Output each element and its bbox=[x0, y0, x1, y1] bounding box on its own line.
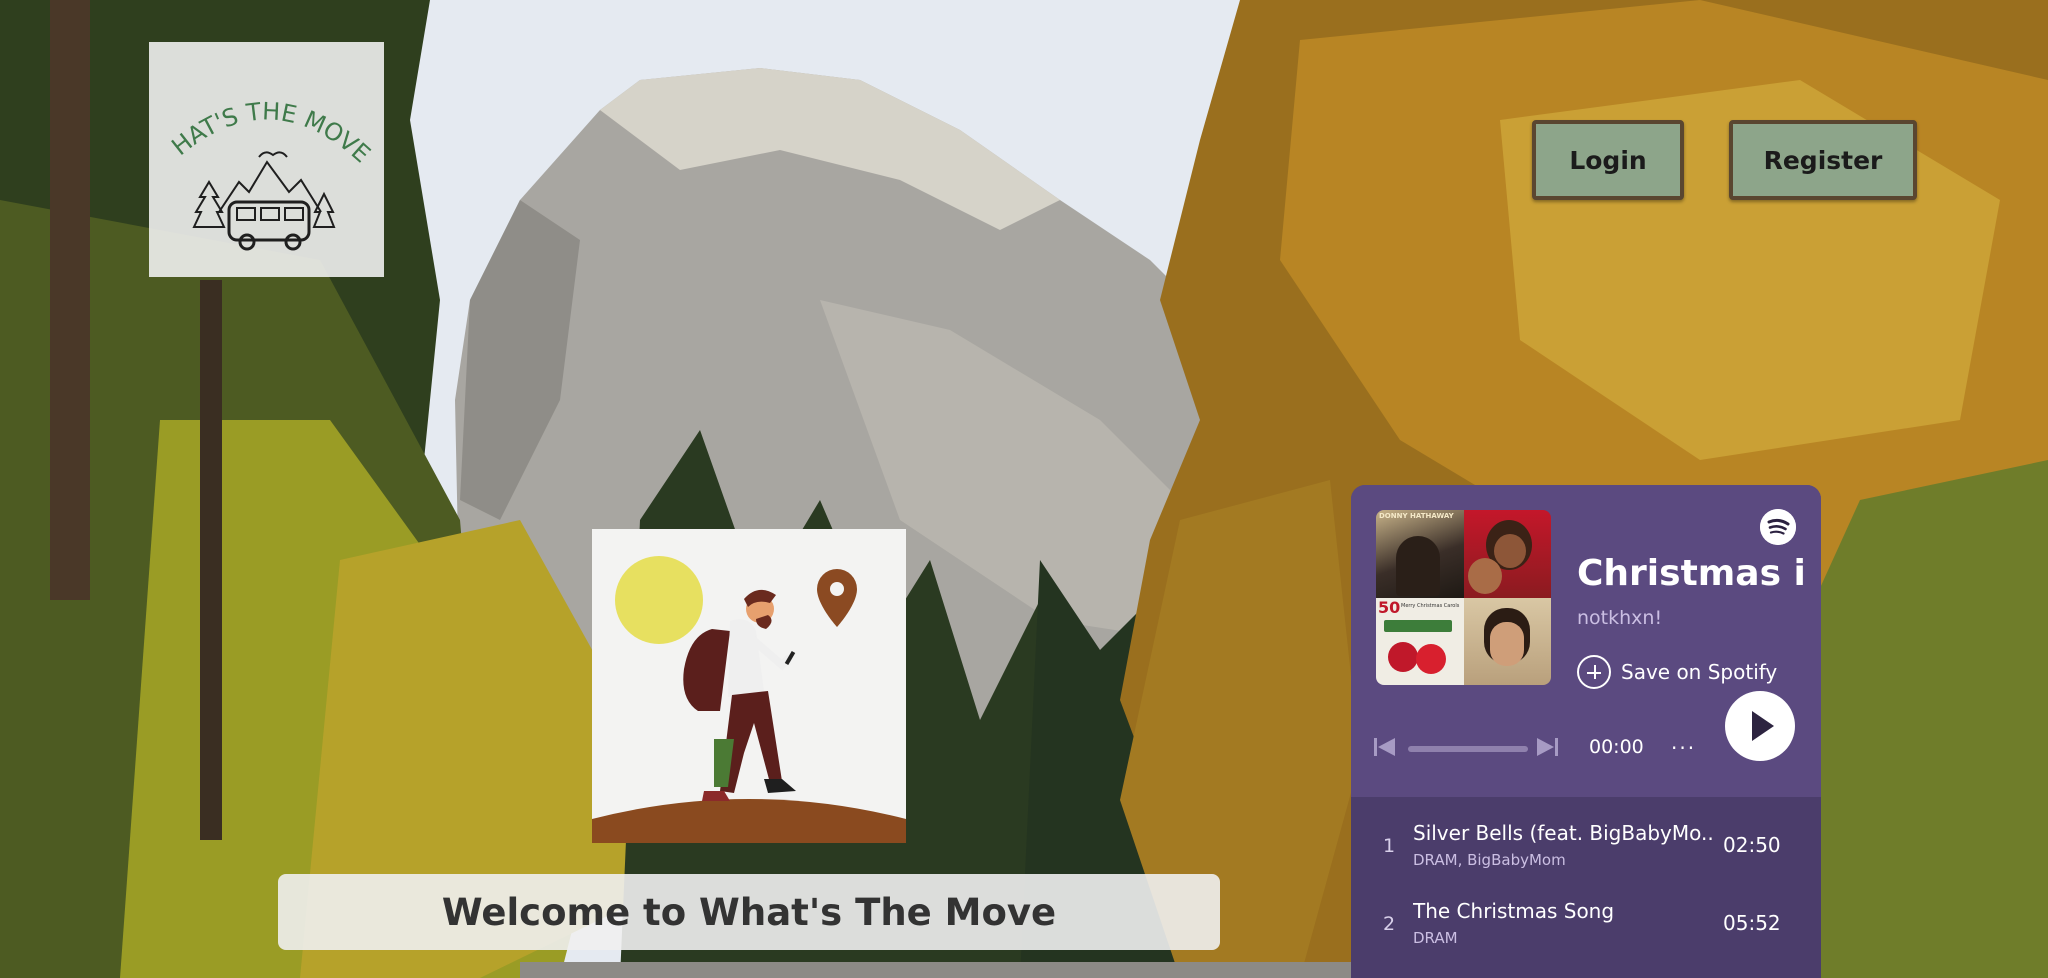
logo-graphic: WHAT'S THE MOVE? bbox=[149, 42, 376, 251]
spotify-logo-graphic bbox=[1760, 509, 1796, 545]
cover-text-3: Merry Christmas Carols bbox=[1401, 602, 1460, 609]
playback-time: 00:00 bbox=[1589, 736, 1644, 758]
playlist-cover[interactable]: DONNY HATHAWAY 50 Merry Christmas Carols bbox=[1376, 510, 1551, 685]
track-artist: DRAM bbox=[1413, 929, 1458, 947]
svg-text:WHAT'S THE MOVE?: WHAT'S THE MOVE? bbox=[149, 42, 376, 168]
hiker-illustration bbox=[592, 529, 906, 843]
track-row[interactable]: 1 Silver Bells (feat. BigBabyMo... DRAM,… bbox=[1351, 807, 1821, 885]
cover-text-2: 50 bbox=[1378, 597, 1401, 617]
skip-next-icon[interactable] bbox=[1535, 737, 1559, 757]
save-label: Save on Spotify bbox=[1621, 660, 1778, 684]
site-logo[interactable]: WHAT'S THE MOVE? bbox=[149, 42, 384, 277]
track-row[interactable]: 2 The Christmas Song DRAM 05:52 bbox=[1351, 885, 1821, 963]
login-button[interactable]: Login bbox=[1532, 120, 1684, 200]
cover-tile-2 bbox=[1463, 510, 1551, 598]
more-icon[interactable]: ··· bbox=[1671, 736, 1696, 760]
hiker-graphic bbox=[592, 556, 906, 843]
track-title: Silver Bells (feat. BigBabyMo... bbox=[1413, 821, 1713, 845]
register-button[interactable]: Register bbox=[1729, 120, 1917, 200]
track-duration: 02:50 bbox=[1723, 833, 1781, 857]
track-artist: DRAM, BigBabyMom bbox=[1413, 851, 1566, 869]
sun-icon bbox=[615, 556, 703, 644]
location-pin-icon bbox=[817, 569, 857, 627]
spotify-embed[interactable]: DONNY HATHAWAY 50 Merry Christmas Carols bbox=[1351, 485, 1821, 978]
plus-circle-icon bbox=[1577, 655, 1611, 689]
play-button[interactable] bbox=[1725, 691, 1795, 761]
track-index: 2 bbox=[1383, 913, 1396, 935]
spotify-header: DONNY HATHAWAY 50 Merry Christmas Carols bbox=[1351, 485, 1821, 797]
cover-tile-3: 50 Merry Christmas Carols bbox=[1376, 597, 1464, 685]
cover-text-1: DONNY HATHAWAY bbox=[1379, 512, 1454, 520]
save-on-spotify-button[interactable]: Save on Spotify bbox=[1577, 655, 1777, 689]
track-index: 1 bbox=[1383, 835, 1396, 857]
welcome-banner: Welcome to What's The Move bbox=[278, 874, 1220, 950]
spotify-icon[interactable] bbox=[1760, 509, 1796, 545]
playlist-owner[interactable]: notkhxn! bbox=[1577, 607, 1662, 629]
track-duration: 05:52 bbox=[1723, 911, 1781, 935]
track-list: 1 Silver Bells (feat. BigBabyMo... DRAM,… bbox=[1351, 797, 1821, 978]
welcome-title: Welcome to What's The Move bbox=[441, 890, 1057, 934]
cover-tile-4 bbox=[1463, 597, 1551, 685]
logo-text: WHAT'S THE MOVE? bbox=[149, 42, 376, 168]
cover-tile-1: DONNY HATHAWAY bbox=[1376, 510, 1464, 598]
playlist-title[interactable]: Christmas ig bbox=[1577, 553, 1807, 594]
progress-bar[interactable] bbox=[1408, 746, 1528, 752]
skip-previous-icon[interactable] bbox=[1373, 737, 1397, 757]
track-title: The Christmas Song bbox=[1413, 899, 1615, 923]
